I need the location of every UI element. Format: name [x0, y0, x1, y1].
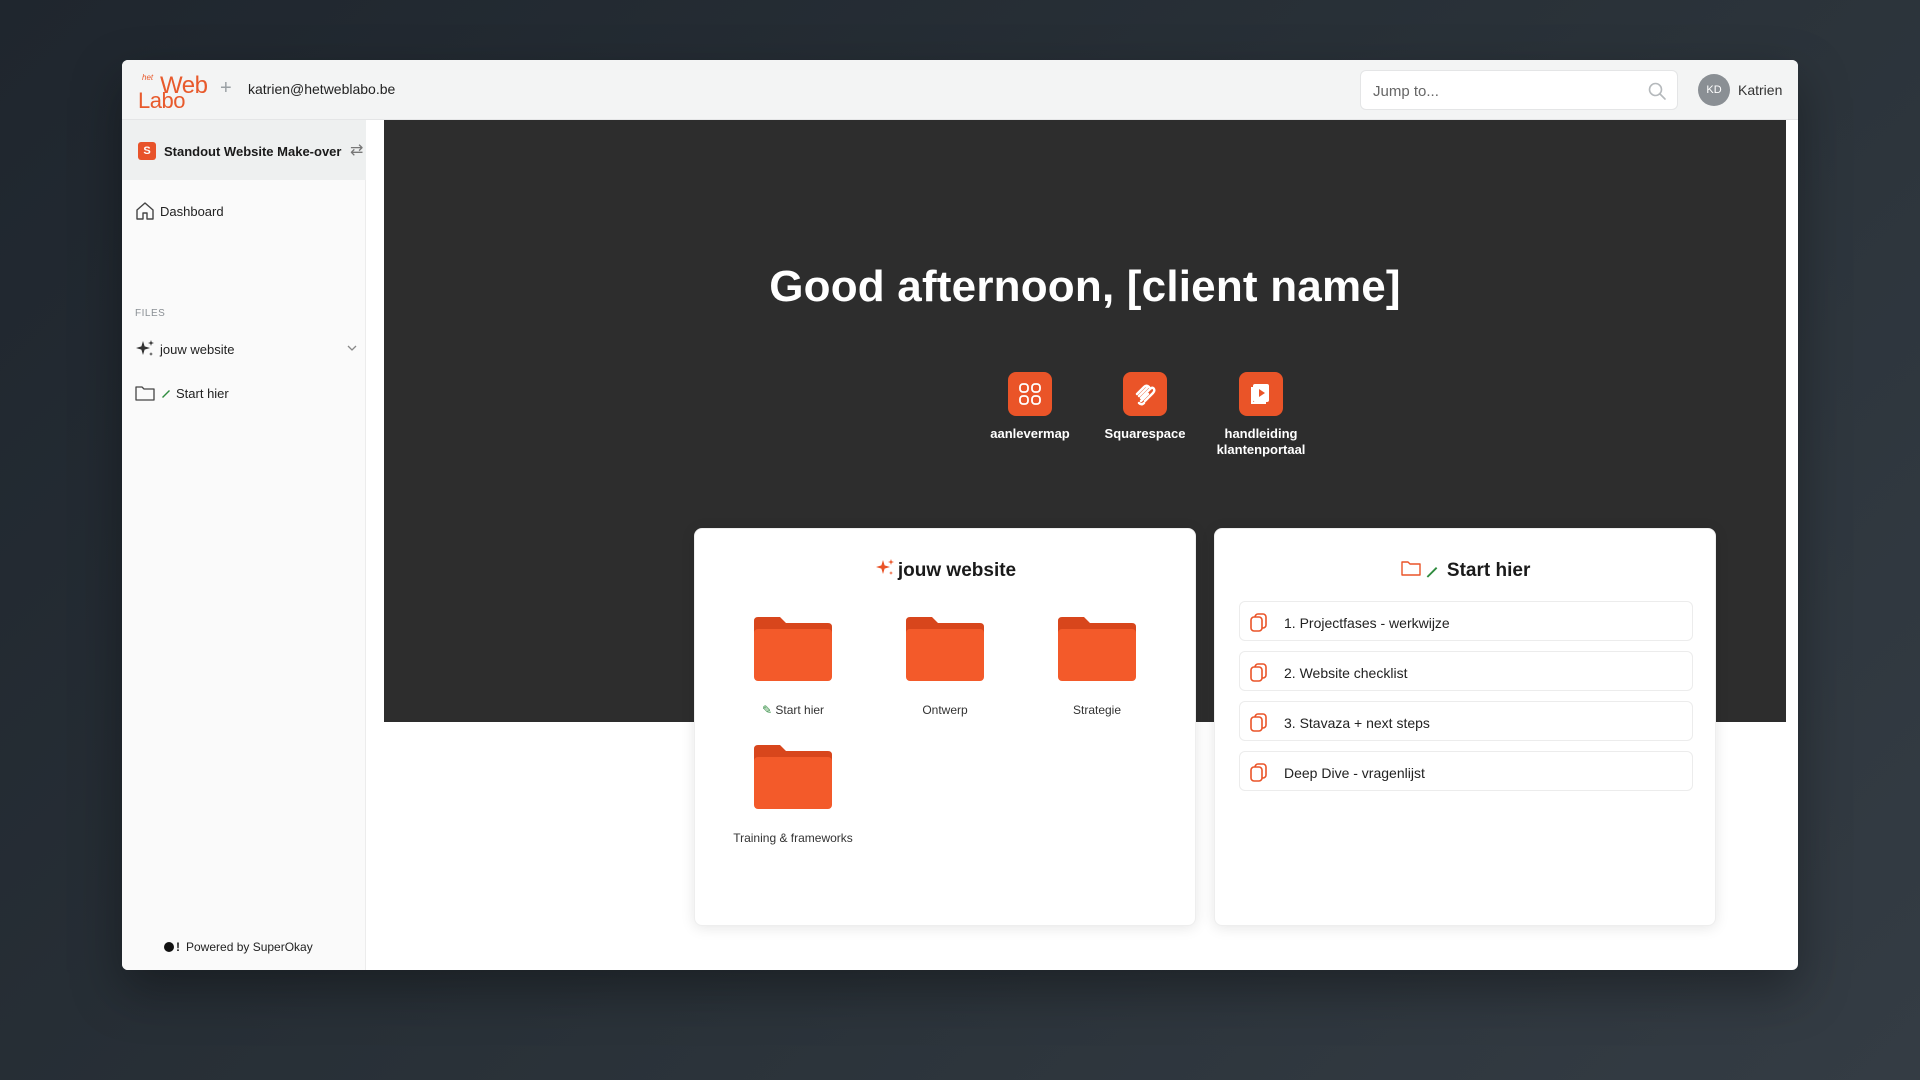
folder-ontwerp[interactable]: Ontwerp — [875, 615, 1015, 717]
folder-label: Training & frameworks — [733, 831, 853, 845]
grid-icon — [1008, 372, 1052, 416]
document-stack-icon — [1250, 713, 1267, 732]
doc-website-checklist[interactable]: 2. Website checklist — [1239, 651, 1693, 691]
folder-icon — [1058, 617, 1136, 681]
sidebar: S Standout Website Make-over ⇄ Dashboard… — [122, 120, 366, 970]
top-bar: het Web Labo + katrien@hetweblabo.be Jum… — [122, 60, 1798, 120]
folder-strategie[interactable]: Strategie — [1027, 615, 1167, 717]
sparkle-icon — [875, 559, 894, 575]
card-title[interactable]: jouw website — [695, 557, 1195, 582]
folder-label: Start hier — [775, 703, 825, 717]
het-weblabo-logo[interactable]: het Web Labo — [136, 72, 210, 113]
folder-icon — [754, 745, 832, 809]
sidebar-item-label: Start hier — [176, 386, 229, 401]
main-content: Good afternoon, [client name] aanleverma… — [384, 120, 1786, 970]
quick-link-aanlevermap[interactable]: aanlevermap — [975, 372, 1085, 442]
project-switcher[interactable]: S Standout Website Make-over ⇄ — [122, 120, 366, 180]
app-window: het Web Labo + katrien@hetweblabo.be Jum… — [122, 60, 1798, 970]
folder-icon — [1400, 561, 1421, 576]
swap-icon[interactable]: ⇄ — [350, 140, 363, 160]
folder-start-hier[interactable]: ✎ Start hier — [723, 615, 863, 717]
sidebar-item-dashboard[interactable]: Dashboard — [134, 198, 356, 224]
search-placeholder: Jump to... — [1373, 83, 1439, 100]
squarespace-icon — [1123, 372, 1167, 416]
plus-icon: + — [220, 77, 232, 99]
card-jouw-website: jouw website ✎ Start hier Ontwerp Strate… — [694, 528, 1196, 926]
document-stack-icon — [1250, 763, 1267, 782]
doc-label: 1. Projectfases - werkwijze — [1284, 615, 1450, 631]
account-email[interactable]: katrien@hetweblabo.be — [248, 81, 395, 97]
home-icon — [136, 202, 154, 220]
page-title: Good afternoon, [client name] — [769, 262, 1401, 311]
quick-link-label: aanlevermap — [990, 426, 1070, 441]
card-start-hier: Start hier 1. Projectfases - werkwijze 2… — [1214, 528, 1716, 926]
sidebar-item-start-hier[interactable]: Start hier — [134, 380, 356, 406]
logo-labo: Labo — [138, 88, 185, 113]
doc-label: 2. Website checklist — [1284, 665, 1408, 681]
doc-projectfases[interactable]: 1. Projectfases - werkwijze — [1239, 601, 1693, 641]
logo-het: het — [142, 73, 154, 82]
chevron-down-icon[interactable] — [346, 342, 358, 354]
user-name[interactable]: Katrien — [1738, 82, 1782, 98]
document-stack-icon — [1250, 613, 1267, 632]
sidebar-item-jouw-website[interactable]: jouw website — [134, 336, 358, 362]
sparkle-icon — [136, 340, 154, 356]
folder-icon — [754, 617, 832, 681]
folder-label: Ontwerp — [922, 703, 968, 717]
quick-link-label: Squarespace — [1104, 426, 1186, 441]
project-name: Standout Website Make-over — [164, 144, 342, 159]
superokay-logo — [164, 942, 174, 952]
document-stack-icon — [1250, 663, 1267, 682]
powered-by[interactable]: ! Powered by SuperOkay — [164, 940, 313, 954]
jump-to-search[interactable]: Jump to... — [1360, 70, 1678, 110]
folder-icon — [906, 617, 984, 681]
folder-icon — [135, 386, 155, 401]
pencil-icon — [1426, 567, 1437, 578]
folder-training-frameworks[interactable]: Training & frameworks — [723, 743, 863, 845]
doc-label: Deep Dive - vragenlijst — [1284, 765, 1425, 781]
quick-link-label: handleiding klantenportaal — [1216, 426, 1306, 457]
project-badge: S — [138, 142, 156, 160]
doc-deep-dive[interactable]: Deep Dive - vragenlijst — [1239, 751, 1693, 791]
sidebar-item-label: jouw website — [160, 342, 235, 357]
avatar[interactable]: KD — [1698, 74, 1730, 106]
card-title[interactable]: Start hier — [1215, 557, 1715, 582]
quick-link-squarespace[interactable]: Squarespace — [1090, 372, 1200, 442]
folder-label: Strategie — [1072, 703, 1122, 717]
pencil-icon — [162, 390, 170, 398]
pencil-icon: ✎ — [761, 703, 773, 717]
sidebar-item-label: Dashboard — [160, 204, 224, 219]
quick-link-handleiding[interactable]: handleiding klantenportaal — [1206, 372, 1316, 458]
video-icon — [1239, 372, 1283, 416]
search-icon — [1648, 82, 1666, 100]
doc-label: 3. Stavaza + next steps — [1284, 715, 1430, 731]
doc-stavaza[interactable]: 3. Stavaza + next steps — [1239, 701, 1693, 741]
files-section-label: FILES — [135, 308, 166, 319]
